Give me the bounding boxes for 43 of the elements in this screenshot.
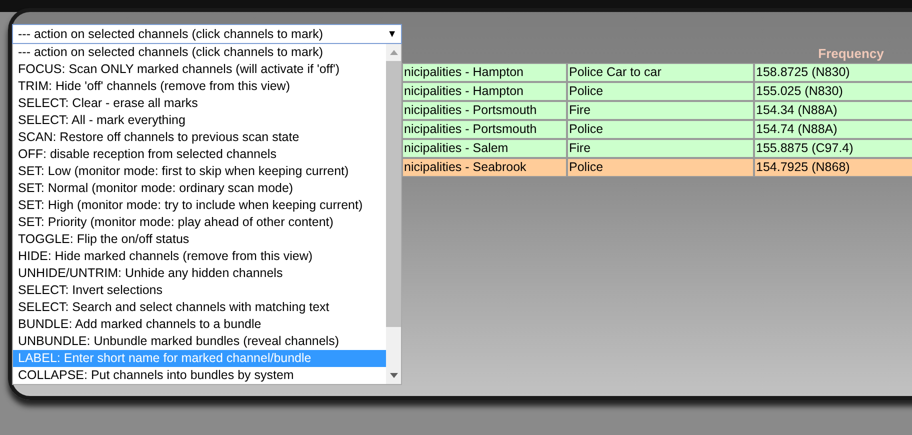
dropdown-option[interactable]: SET: Normal (monitor mode: ordinary scan mode)	[13, 180, 386, 197]
dropdown-option[interactable]: SET: Priority (monitor mode: play ahead of other content)	[13, 214, 386, 231]
dropdown-option[interactable]: SELECT: All - mark everything	[13, 112, 386, 129]
scroll-up-icon[interactable]	[390, 50, 398, 55]
table-cell: nicipalities - Hampton	[402, 82, 567, 101]
scrollbar-thumb[interactable]	[386, 61, 401, 327]
table-cell: Police	[567, 82, 754, 101]
table-cell: Police	[567, 158, 754, 177]
table-cell: 154.34 (N88A)	[754, 101, 912, 120]
table-cell: Fire	[567, 101, 754, 120]
table-cell: 154.74 (N88A)	[754, 120, 912, 139]
dropdown-option[interactable]: TOGGLE: Flip the on/off status	[13, 231, 386, 248]
scroll-down-icon[interactable]	[390, 373, 398, 378]
table-cell: nicipalities - Portsmouth	[402, 101, 567, 120]
dropdown-option[interactable]: TRIM: Hide 'off' channels (remove from this view)	[13, 78, 386, 95]
dropdown-option[interactable]: SELECT: Invert selections	[13, 282, 386, 299]
dropdown-option[interactable]: BUNDLE: Add marked channels to a bundle	[13, 316, 386, 333]
table-cell: nicipalities - Seabrook	[402, 158, 567, 177]
table-cell: nicipalities - Salem	[402, 139, 567, 158]
dropdown-option[interactable]: UNBUNDLE: Unbundle marked bundles (reveal channels)	[13, 333, 386, 350]
action-dropdown[interactable]: --- action on selected channels (click channels to mark) ▼	[12, 24, 402, 44]
table-cell: 158.8725 (N830)	[754, 63, 912, 82]
table-cell: 155.025 (N830)	[754, 82, 912, 101]
table-cell: 154.7925 (N868)	[754, 158, 912, 177]
table-cell: Fire	[567, 139, 754, 158]
table-cell: nicipalities - Hampton	[402, 63, 567, 82]
dropdown-option[interactable]: --- action on selected channels (click channels to mark)	[13, 44, 386, 61]
dropdown-option[interactable]: SELECT: Search and select channels with matching text	[13, 299, 386, 316]
dropdown-option[interactable]: HIDE: Hide marked channels (remove from this view)	[13, 248, 386, 265]
dropdown-option[interactable]: SELECT: Clear - erase all marks	[13, 95, 386, 112]
table-cell: 155.8875 (C97.4)	[754, 139, 912, 158]
dropdown-option[interactable]: FOCUS: Scan ONLY marked channels (will activate if 'off')	[13, 61, 386, 78]
table-cell: Police Car to car	[567, 63, 754, 82]
table-cell: nicipalities - Portsmouth	[402, 120, 567, 139]
dropdown-option[interactable]: OFF: disable reception from selected channels	[13, 146, 386, 163]
table-cell: Police	[567, 120, 754, 139]
dropdown-option[interactable]: UNHIDE/UNTRIM: Unhide any hidden channels	[13, 265, 386, 282]
scrollbar[interactable]	[386, 44, 401, 384]
dropdown-option[interactable]: SET: High (monitor mode: try to include when keeping current)	[13, 197, 386, 214]
column-heading: Frequency	[817, 46, 884, 61]
dropdown-option[interactable]: SET: Low (monitor mode: first to skip when keeping current)	[13, 163, 386, 180]
dropdown-option[interactable]: COLLAPSE: Put channels into bundles by system	[13, 367, 386, 384]
dropdown-option[interactable]: SCAN: Restore off channels to previous scan state	[13, 129, 386, 146]
